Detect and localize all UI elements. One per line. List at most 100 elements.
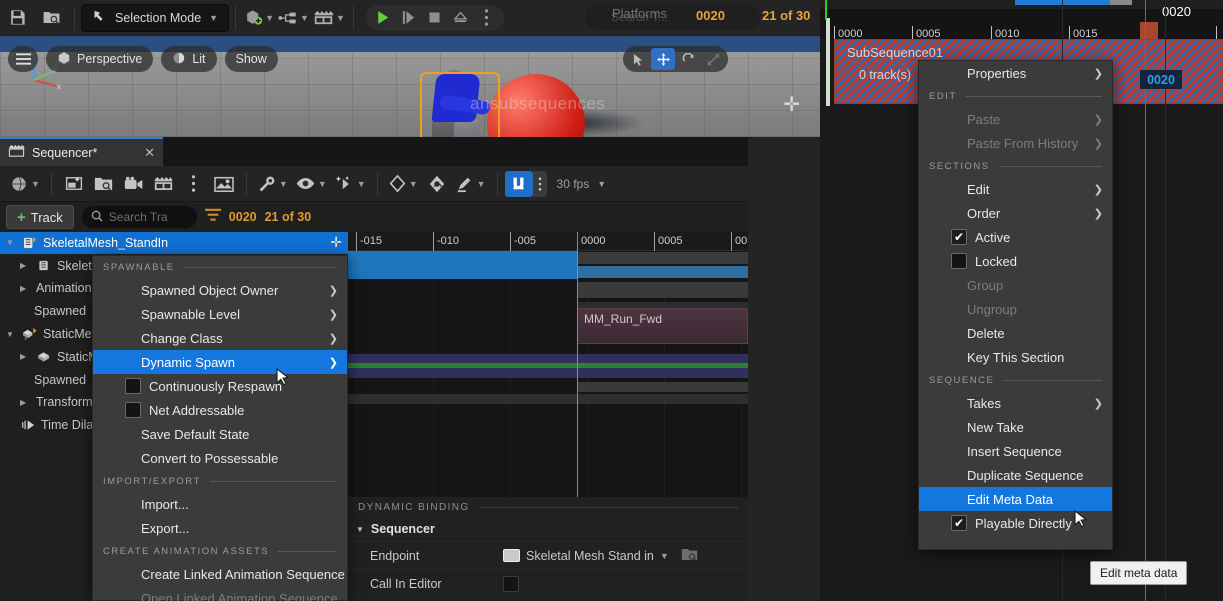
menu-item-properties[interactable]: Properties ❯ (919, 61, 1112, 85)
menu-item-export[interactable]: Export... (93, 516, 347, 540)
track-section-row0[interactable] (577, 252, 748, 264)
chevron-down-icon[interactable]: ▼ (597, 179, 606, 189)
track-section-grey-2[interactable] (577, 382, 748, 392)
blueprint-button[interactable]: ▼ (276, 10, 311, 26)
spawnable-context-menu[interactable]: SPAWNABLE Spawned Object Owner ❯ Spawnab… (92, 255, 348, 601)
menu-item-create-linked-animation-sequence[interactable]: Create Linked Animation Sequence (93, 562, 347, 586)
sequencer-actions-icon[interactable] (59, 171, 89, 197)
chevron-down-icon[interactable]: ▼ (477, 179, 486, 189)
select-arrow-icon[interactable] (626, 48, 650, 70)
menu-item-import[interactable]: Import... (93, 492, 347, 516)
track-section-purple-2[interactable] (348, 368, 748, 378)
rotate-gizmo-icon[interactable] (676, 48, 700, 70)
menu-item-save-default-state[interactable]: Save Default State (93, 422, 347, 446)
menu-item-net-addressable[interactable]: Net Addressable (93, 398, 347, 422)
eject-icon[interactable] (448, 6, 474, 30)
close-icon[interactable]: ✕ (144, 145, 155, 161)
chevron-down-icon[interactable]: ▼ (31, 179, 40, 189)
track-section-skeletal[interactable] (577, 282, 748, 298)
menu-item-dynamic-spawn[interactable]: Dynamic Spawn ❯ (93, 350, 347, 374)
expand-triangle-icon[interactable]: ▼ (356, 525, 364, 534)
world-selector-button[interactable]: ▼ (6, 171, 44, 197)
step-icon[interactable] (396, 6, 422, 30)
visibility-button[interactable]: ▼ (292, 171, 331, 197)
expand-triangle-icon[interactable]: ▶ (20, 352, 31, 361)
fps-label[interactable]: 30 fps (557, 177, 590, 191)
scale-gizmo-icon[interactable] (701, 48, 725, 70)
expand-triangle-icon[interactable]: ▶ (20, 398, 31, 407)
playable-directly-checkbox[interactable]: ✔ (951, 515, 967, 531)
menu-item-convert-to-possessable[interactable]: Convert to Possessable (93, 446, 347, 470)
selection-mode-button[interactable]: Selection Mode ▼ (81, 4, 229, 32)
level-viewport[interactable]: ansubsequences z y x Perspective (0, 36, 820, 137)
menu-item-insert-sequence[interactable]: Insert Sequence (919, 439, 1112, 463)
call-in-editor-value[interactable] (503, 576, 519, 592)
auto-key-button[interactable]: ▼ (331, 171, 370, 197)
curve-editor-icon[interactable] (422, 171, 452, 197)
chevron-down-icon[interactable]: ▼ (336, 13, 345, 23)
menu-item-takes[interactable]: Takes ❯ (919, 391, 1112, 415)
browse-asset-icon[interactable] (681, 547, 698, 565)
menu-item-spawned-object-owner[interactable]: Spawned Object Owner ❯ (93, 278, 347, 302)
sequencer-time-ruler[interactable]: -015 -010 -005 0000 0005 0010 (348, 232, 748, 251)
chevron-down-icon[interactable]: ▼ (209, 13, 218, 23)
expand-triangle-icon[interactable]: ▼ (6, 238, 17, 247)
chevron-down-icon[interactable]: ▼ (300, 13, 309, 23)
expand-triangle-icon[interactable]: ▼ (6, 330, 17, 339)
menu-item-edit-meta-data[interactable]: Edit Meta Data (919, 487, 1112, 511)
chevron-down-icon[interactable]: ▼ (265, 13, 274, 23)
create-camera-icon[interactable] (119, 171, 149, 197)
hamburger-menu-icon[interactable] (8, 46, 38, 72)
key-interpolation-button[interactable]: ▼ (385, 171, 422, 197)
snapping-magnet-icon[interactable] (505, 171, 533, 197)
cinematics-button[interactable]: ▼ (311, 9, 347, 27)
call-in-editor-checkbox[interactable] (503, 576, 519, 592)
net-addressable-checkbox[interactable] (125, 402, 141, 418)
track-section-purple-1[interactable] (348, 354, 748, 363)
ghost-platforms-label[interactable]: Platforms (612, 6, 667, 21)
add-actor-button[interactable]: ▼ (242, 8, 276, 27)
more-options-icon[interactable] (179, 171, 209, 197)
chevron-down-icon[interactable]: ▼ (318, 179, 327, 189)
track-section-row0b[interactable] (577, 266, 748, 278)
menu-item-locked[interactable]: Locked (919, 249, 1112, 273)
snap-options-icon[interactable] (533, 171, 547, 197)
more-options-icon[interactable] (474, 6, 500, 30)
chevron-down-icon[interactable]: ▼ (357, 179, 366, 189)
menu-item-duplicate-sequence[interactable]: Duplicate Sequence (919, 463, 1112, 487)
viewport-lit-button[interactable]: Lit (161, 46, 216, 72)
edit-settings-button[interactable]: ▼ (254, 171, 292, 197)
menu-item-key-this-section[interactable]: Key This Section (919, 345, 1112, 369)
search-input[interactable]: Search Tra (82, 206, 197, 228)
render-movie-icon[interactable] (209, 171, 239, 197)
menu-item-new-take[interactable]: New Take (919, 415, 1112, 439)
subsequence-start-handle[interactable] (826, 18, 830, 106)
menu-item-change-class[interactable]: Change Class ❯ (93, 326, 347, 350)
viewport-perspective-button[interactable]: Perspective (46, 46, 153, 72)
add-viewport-icon[interactable]: ✛ (783, 92, 800, 117)
outliner-row-skeletalmesh-standin[interactable]: ▼ SkeletalMesh_StandIn ✛ (0, 232, 348, 255)
section-context-menu[interactable]: Properties ❯ EDIT Paste ❯ Paste From His… (918, 60, 1113, 550)
play-icon[interactable] (370, 6, 396, 30)
chevron-down-icon[interactable]: ▼ (279, 179, 288, 189)
save-icon[interactable] (0, 3, 34, 33)
browse-content-icon[interactable] (34, 3, 68, 33)
menu-item-active[interactable]: ✔ Active (919, 225, 1112, 249)
marker-button[interactable]: ▼ (452, 171, 490, 197)
tab-sequencer[interactable]: Sequencer* ✕ (0, 137, 163, 166)
add-track-to-row-icon[interactable]: ✛ (330, 234, 342, 251)
take-recorder-icon[interactable] (149, 171, 179, 197)
viewport-show-button[interactable]: Show (225, 46, 278, 72)
subsequence-frame-badge[interactable]: 0020 (1140, 70, 1182, 89)
move-gizmo-icon[interactable] (651, 48, 675, 70)
stop-icon[interactable] (422, 6, 448, 30)
menu-item-spawnable-level[interactable]: Spawnable Level ❯ (93, 302, 347, 326)
animation-section[interactable]: MM_Run_Fwd (577, 308, 748, 344)
continuously-respawn-checkbox[interactable] (125, 378, 141, 394)
expand-triangle-icon[interactable]: ▶ (20, 261, 31, 270)
add-track-button[interactable]: + Track (6, 205, 74, 229)
menu-item-delete[interactable]: Delete (919, 321, 1112, 345)
chevron-down-icon[interactable]: ▼ (409, 179, 418, 189)
browse-asset-icon[interactable] (89, 171, 119, 197)
chevron-down-icon[interactable]: ▼ (660, 551, 669, 561)
